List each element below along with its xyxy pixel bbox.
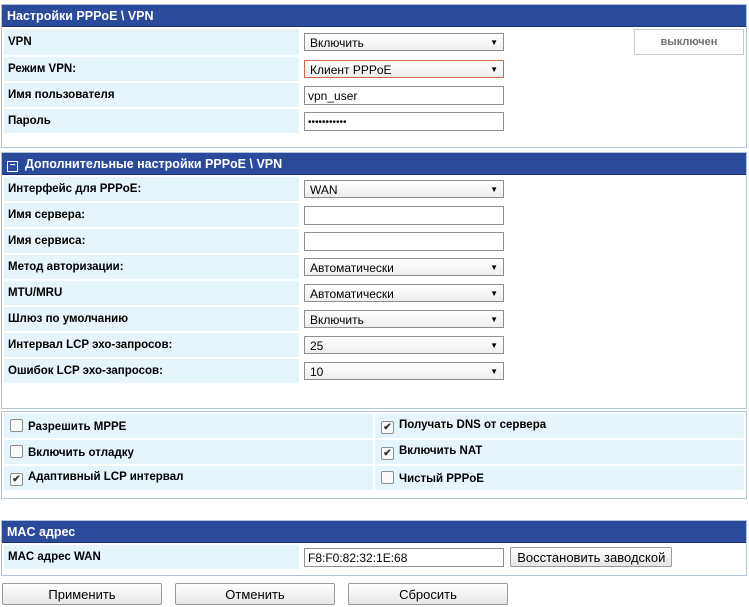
chevron-down-icon: ▼ (490, 289, 498, 298)
vpn-mode-label: Режим VPN: (4, 57, 299, 81)
password-label: Пароль (4, 109, 299, 133)
mac-wan-label: MAC адрес WAN (4, 545, 299, 569)
advanced-row-input[interactable] (304, 231, 504, 251)
vpn-settings-table: VPN Включить ▼ выключен Режим VPN: Клиен… (2, 27, 746, 135)
advanced-row-select-value: Включить (310, 313, 364, 327)
advanced-row-label: Интерфейс для PPPoE: (4, 177, 299, 201)
advanced-settings-header[interactable]: − Дополнительные настройки PPPoE \ VPN (2, 153, 746, 175)
option-nat[interactable]: ✔ Включить NAT (375, 440, 744, 464)
options-section: Разрешить MPPE ✔ Получать DNS от сервера … (1, 411, 747, 499)
advanced-row-select-value: 25 (310, 339, 324, 353)
chevron-down-icon: ▼ (490, 65, 498, 74)
advanced-row-label: Ошибок LCP эхо-запросов: (4, 359, 299, 383)
password-input[interactable]: ••••••••••• (304, 111, 504, 131)
username-input[interactable]: vpn_user (304, 85, 504, 105)
restore-default-button[interactable]: Восстановить заводской (510, 547, 673, 567)
advanced-row-select-value: Автоматически (310, 287, 394, 301)
reset-button[interactable]: Сбросить (348, 583, 508, 605)
advanced-row-select[interactable]: Автоматически ▼ (304, 284, 504, 302)
vpn-select[interactable]: Включить ▼ (304, 33, 504, 51)
collapse-icon[interactable]: − (7, 161, 18, 172)
username-label: Имя пользователя (4, 83, 299, 107)
debug-checkbox[interactable] (10, 445, 23, 458)
adaptive-lcp-label: Адаптивный LCP интервал (28, 470, 184, 483)
option-dns[interactable]: ✔ Получать DNS от сервера (375, 414, 744, 438)
dns-checkbox[interactable]: ✔ (381, 420, 394, 434)
chevron-down-icon: ▼ (490, 185, 498, 194)
mppe-checkbox[interactable] (10, 419, 23, 432)
nat-label: Включить NAT (399, 444, 483, 457)
advanced-settings-section: − Дополнительные настройки PPPoE \ VPN Ин… (1, 152, 747, 409)
advanced-row-input[interactable] (304, 205, 504, 225)
advanced-row-select[interactable]: 25 ▼ (304, 336, 504, 354)
option-debug[interactable]: Включить отладку (4, 440, 373, 464)
mac-title: MAC адрес (2, 521, 746, 543)
vpn-mode-select[interactable]: Клиент PPPoE ▼ (304, 60, 504, 78)
advanced-row-select[interactable]: WAN ▼ (304, 180, 504, 198)
nat-checkbox[interactable]: ✔ (381, 446, 394, 460)
mac-table: MAC адрес WAN F8:F0:82:32:1E:68 Восстано… (2, 543, 746, 571)
chevron-down-icon: ▼ (490, 367, 498, 376)
adaptive-lcp-checkbox[interactable]: ✔ (10, 472, 23, 486)
chevron-down-icon: ▼ (490, 263, 498, 272)
vpn-label: VPN (4, 29, 299, 55)
vpn-settings-section: Настройки PPPoE \ VPN VPN Включить ▼ вык… (1, 4, 747, 148)
advanced-row-select-value: WAN (310, 183, 338, 197)
advanced-row-select-value: 10 (310, 365, 324, 379)
vpn-mode-value: Клиент PPPoE (310, 63, 392, 77)
cancel-button[interactable]: Отменить (175, 583, 335, 605)
vpn-status: выключен (634, 29, 744, 55)
advanced-settings-table: Интерфейс для PPPoE: WAN ▼ Имя сервера: Имя … (2, 175, 746, 385)
mac-wan-input[interactable]: F8:F0:82:32:1E:68 (304, 547, 504, 567)
debug-label: Включить отладку (28, 447, 134, 459)
chevron-down-icon: ▼ (490, 315, 498, 324)
option-mppe[interactable]: Разрешить MPPE (4, 414, 373, 438)
advanced-row-label: Имя сервиса: (4, 229, 299, 253)
vpn-select-value: Включить (310, 36, 364, 50)
advanced-row-select[interactable]: Включить ▼ (304, 310, 504, 328)
advanced-row-select[interactable]: 10 ▼ (304, 362, 504, 380)
advanced-row-label: MTU/MRU (4, 281, 299, 305)
mppe-label: Разрешить MPPE (28, 421, 127, 433)
pure-pppoe-checkbox[interactable] (381, 471, 394, 484)
advanced-row-select[interactable]: Автоматически ▼ (304, 258, 504, 276)
mac-section: MAC адрес MAC адрес WAN F8:F0:82:32:1E:6… (1, 520, 747, 576)
option-adaptive-lcp[interactable]: ✔ Адаптивный LCP интервал (4, 466, 373, 490)
advanced-settings-title: Дополнительные настройки PPPoE \ VPN (25, 157, 283, 171)
apply-button[interactable]: Применить (2, 583, 162, 605)
vpn-settings-title: Настройки PPPoE \ VPN (2, 5, 746, 27)
option-pure-pppoe[interactable]: Чистый PPPoE (375, 466, 744, 490)
advanced-row-label: Интервал LCP эхо-запросов: (4, 333, 299, 357)
advanced-row-label: Шлюз по умолчанию (4, 307, 299, 331)
options-grid: Разрешить MPPE ✔ Получать DNS от сервера … (2, 412, 746, 492)
chevron-down-icon: ▼ (490, 341, 498, 350)
advanced-row-label: Метод авторизации: (4, 255, 299, 279)
chevron-down-icon: ▼ (490, 38, 498, 47)
dns-label: Получать DNS от сервера (399, 418, 547, 431)
pure-pppoe-label: Чистый PPPoE (399, 473, 484, 485)
advanced-row-select-value: Автоматически (310, 261, 394, 275)
advanced-row-label: Имя сервера: (4, 203, 299, 227)
